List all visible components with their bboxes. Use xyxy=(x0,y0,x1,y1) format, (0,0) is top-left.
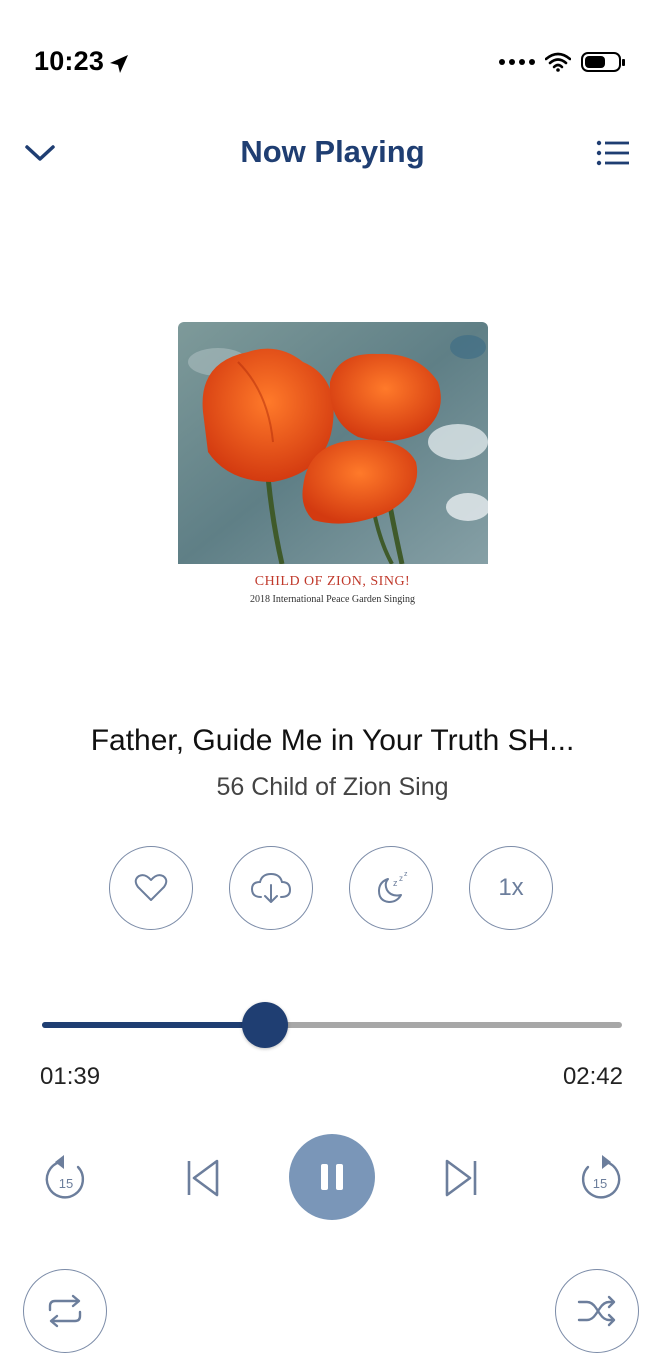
signal-dots-icon xyxy=(499,59,535,65)
artwork-caption-subtitle: 2018 International Peace Garden Singing xyxy=(250,594,415,605)
location-arrow-icon xyxy=(110,55,128,73)
now-playing-screen: 10:23 Now Playing CHILD OF ZION, SING! 2… xyxy=(0,0,665,1362)
heart-icon xyxy=(134,874,168,901)
skip-back-icon xyxy=(187,1159,219,1197)
battery-icon xyxy=(581,52,625,72)
previous-track-button[interactable] xyxy=(178,1154,228,1202)
forward-15-button[interactable]: 15 xyxy=(572,1150,628,1206)
elapsed-time: 01:39 xyxy=(40,1063,101,1090)
svg-text:z: z xyxy=(393,878,398,888)
playback-speed-button[interactable]: 1x xyxy=(469,846,553,930)
play-pause-button[interactable] xyxy=(289,1134,375,1220)
rewind-15-button[interactable]: 15 xyxy=(38,1150,94,1206)
album-name: 56 Child of Zion Sing xyxy=(216,773,449,801)
progress-fill xyxy=(42,1022,266,1028)
track-title: Father, Guide Me in Your Truth SH... xyxy=(90,724,575,757)
progress-thumb[interactable] xyxy=(242,1002,289,1048)
svg-text:z: z xyxy=(399,874,403,883)
playback-speed-icon: 1x xyxy=(498,874,524,901)
next-track-button[interactable] xyxy=(436,1154,486,1202)
page-title: Now Playing xyxy=(240,134,425,169)
rewind-15-icon: 15 xyxy=(45,1155,85,1199)
download-cloud-icon xyxy=(250,872,292,903)
queue-list-icon xyxy=(596,140,629,166)
skip-forward-icon xyxy=(445,1159,477,1197)
status-icons xyxy=(499,52,625,72)
sleep-timer-icon: z z z xyxy=(378,871,408,903)
forward-seconds-label: 15 xyxy=(593,1176,607,1191)
status-time: 10:23 xyxy=(34,46,105,76)
sleep-timer-button[interactable]: z z z xyxy=(349,846,433,930)
favorite-button[interactable] xyxy=(109,846,193,930)
download-button[interactable] xyxy=(229,846,313,930)
pause-icon xyxy=(321,1164,343,1190)
rewind-seconds-label: 15 xyxy=(59,1176,73,1191)
queue-button[interactable] xyxy=(591,133,635,173)
repeat-button[interactable] xyxy=(23,1269,107,1353)
shuffle-button[interactable] xyxy=(555,1269,639,1353)
forward-15-icon: 15 xyxy=(581,1155,621,1199)
repeat-icon xyxy=(48,1294,82,1328)
wifi-icon xyxy=(545,52,571,72)
svg-text:z: z xyxy=(404,871,408,878)
artwork-caption-title: CHILD OF ZION, SING! xyxy=(254,574,411,589)
shuffle-icon xyxy=(577,1295,616,1327)
total-time: 02:42 xyxy=(562,1063,623,1090)
